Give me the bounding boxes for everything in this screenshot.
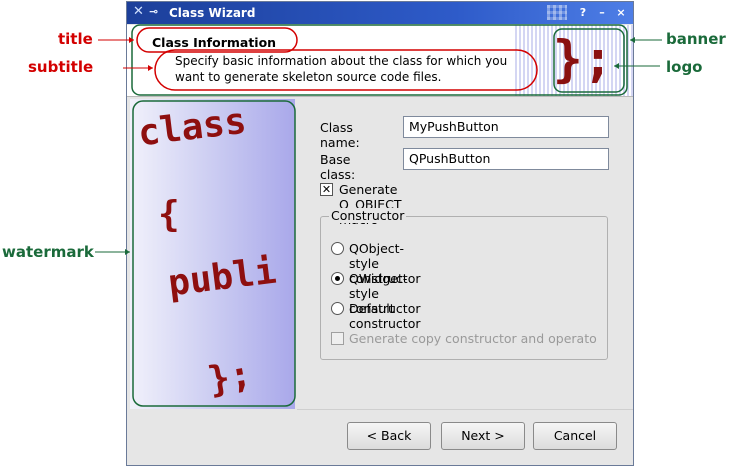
banner-subtitle: Specify basic information about the clas…: [175, 53, 535, 85]
help-button[interactable]: ?: [575, 5, 591, 20]
radio-default-ctor[interactable]: [331, 302, 344, 315]
class-name-label-text: Class name:: [320, 120, 360, 150]
subtitle-line-2: want to generate skeleton source code fi…: [175, 70, 442, 84]
radio-default-ctor-label[interactable]: Default constructor: [349, 301, 420, 331]
watermark-text-brace: {: [158, 194, 180, 235]
banner: Class Information Specify basic informat…: [127, 25, 633, 97]
class-name-input[interactable]: MyPushButton: [403, 116, 609, 138]
next-button[interactable]: Next >: [441, 422, 525, 450]
callout-banner: banner: [666, 30, 726, 48]
callout-watermark: watermark: [2, 243, 94, 261]
base-class-label: Base class:: [320, 152, 355, 182]
radio-qobject-style[interactable]: [331, 242, 344, 255]
qobject-macro-checkbox[interactable]: ✕: [320, 183, 333, 196]
close-button[interactable]: ×: [613, 5, 629, 20]
constructor-group-title: Constructor: [329, 208, 407, 223]
class-name-label: Class name:: [320, 120, 360, 150]
watermark-text-class: class: [135, 100, 249, 155]
button-separator: [297, 409, 633, 410]
radio-qwidget-style[interactable]: [331, 272, 344, 285]
pin-icon[interactable]: ⊸: [149, 4, 158, 20]
back-button[interactable]: < Back: [347, 422, 431, 450]
copy-ctor-label: Generate copy constructor and operato: [349, 331, 597, 346]
subtitle-line-1: Specify basic information about the clas…: [175, 54, 508, 68]
class-wizard-window: ✕ ⊸ Class Wizard ? – × Class Information…: [126, 1, 634, 466]
minimize-button[interactable]: –: [594, 5, 610, 20]
banner-title: Class Information: [152, 35, 277, 50]
base-class-label-text: Base class:: [320, 152, 356, 182]
base-class-input[interactable]: QPushButton: [403, 148, 609, 170]
callout-subtitle: subtitle: [28, 58, 94, 76]
window-menu-icon[interactable]: ✕: [133, 4, 149, 20]
logo: };: [552, 30, 613, 88]
copy-ctor-checkbox: [331, 332, 344, 345]
watermark-text-publi: publi: [165, 250, 279, 305]
titlebar-pattern: [547, 5, 567, 20]
window-title: Class Wizard: [169, 6, 256, 20]
watermark: class { publi };: [130, 99, 295, 409]
watermark-text-close: };: [204, 353, 255, 402]
callout-logo: logo: [666, 58, 703, 76]
cancel-button[interactable]: Cancel: [533, 422, 617, 450]
callout-title: title: [58, 30, 93, 48]
title-bar[interactable]: ✕ ⊸ Class Wizard ? – ×: [127, 2, 633, 24]
